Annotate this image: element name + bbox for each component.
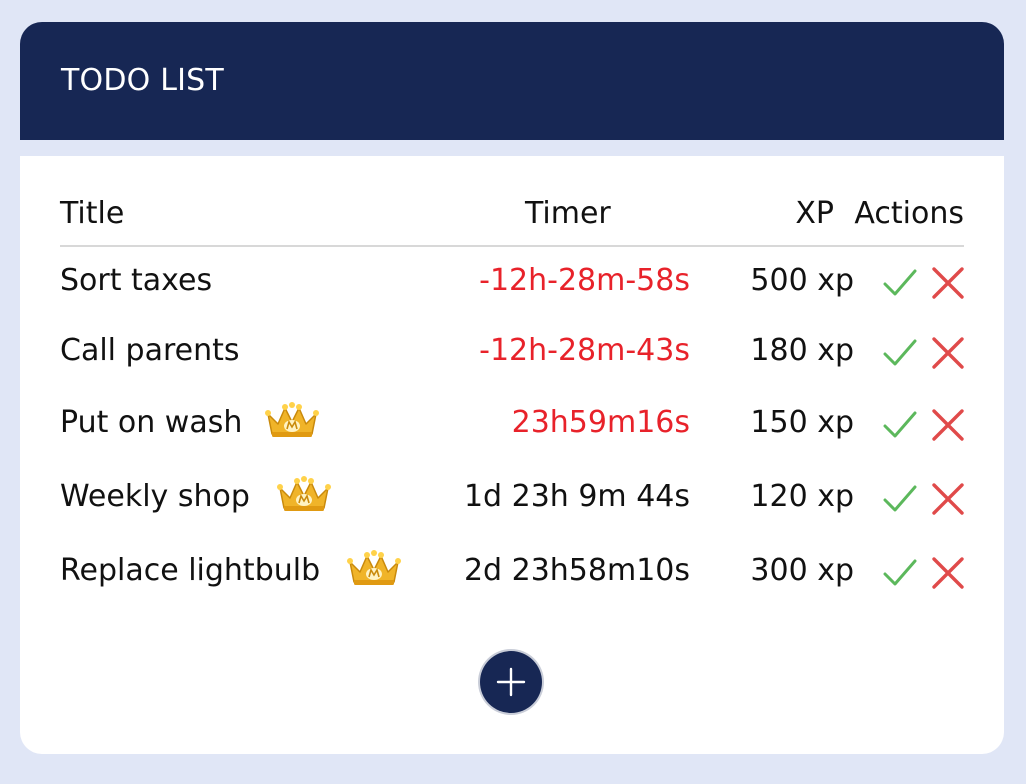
task-timer: -12h-28m-43s [479,333,690,368]
column-header-timer: Timer [525,196,611,231]
table-row: Weekly shop 1d 23h 9m 44s 120 xp [20,468,1004,528]
task-xp: 180 xp [750,333,854,368]
check-icon[interactable] [882,408,918,442]
check-icon[interactable] [882,482,918,516]
task-title: Call parents [60,333,240,368]
close-icon[interactable] [930,482,966,516]
page-title: TODO LIST [61,63,224,98]
task-title: Replace lightbulb [60,553,321,588]
task-xp: 150 xp [750,405,854,440]
column-header-title: Title [60,196,125,231]
task-title: Weekly shop [60,479,250,514]
check-icon[interactable] [882,556,918,590]
check-icon[interactable] [882,266,918,300]
column-header-xp: XP [795,196,834,231]
task-timer: -12h-28m-58s [479,263,690,298]
task-timer: 1d 23h 9m 44s [463,479,690,514]
close-icon[interactable] [930,336,966,370]
app-header: TODO LIST [20,22,1004,140]
add-task-button[interactable] [480,651,542,713]
table-row: Replace lightbulb 2d 23h58m10s 300 xp [20,542,1004,602]
task-xp: 500 xp [750,263,854,298]
task-timer: 23h59m16s [511,405,690,440]
check-icon[interactable] [882,336,918,370]
column-header-actions: Actions [854,196,964,231]
close-icon[interactable] [930,266,966,300]
task-timer: 2d 23h58m10s [463,553,690,588]
crown-icon [265,402,319,437]
plus-icon [496,667,526,697]
close-icon[interactable] [930,408,966,442]
table-row: Sort taxes -12h-28m-58s 500 xp [20,252,1004,312]
header-divider [60,245,964,247]
close-icon[interactable] [930,556,966,590]
crown-icon [277,476,331,511]
task-xp: 300 xp [750,553,854,588]
table-row: Put on wash 23h59m16s 150 xp [20,394,1004,454]
task-title: Sort taxes [60,263,213,298]
task-xp: 120 xp [750,479,854,514]
crown-icon [347,550,401,585]
table-row: Call parents -12h-28m-43s 180 xp [20,322,1004,382]
todo-card: Title Timer XP Actions Sort taxes -12h-28… [20,156,1004,754]
task-title: Put on wash [60,405,243,440]
